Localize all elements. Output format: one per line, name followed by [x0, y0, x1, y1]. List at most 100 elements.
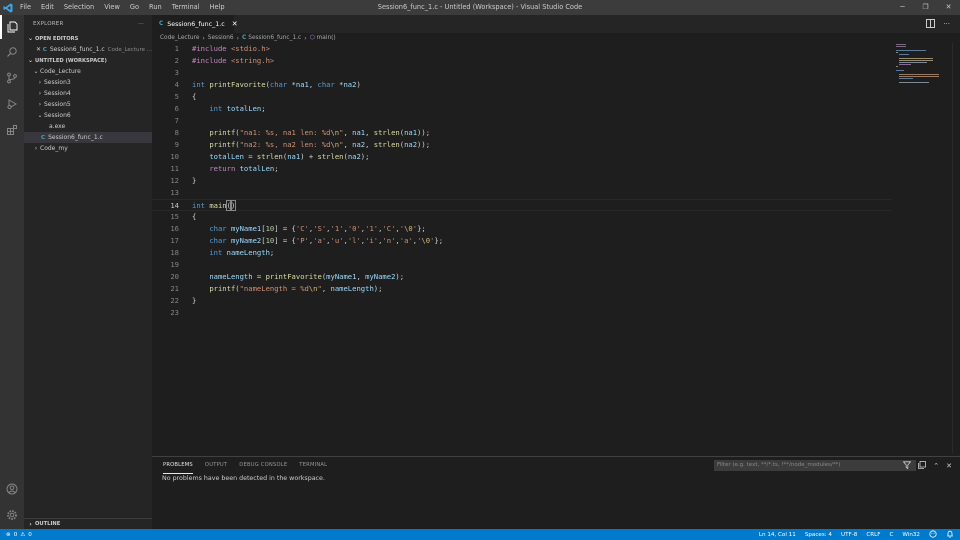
menu-view[interactable]: View [99, 0, 125, 15]
more-actions-icon[interactable]: ··· [138, 21, 144, 27]
restore-button[interactable]: ❐ [914, 0, 937, 15]
code-text: } [192, 296, 197, 305]
run-debug-icon[interactable] [0, 92, 24, 116]
explorer-title: EXPLORER [33, 21, 64, 27]
source-control-icon[interactable] [0, 66, 24, 90]
explorer-icon[interactable] [0, 15, 24, 39]
extensions-icon[interactable] [0, 118, 24, 142]
tab-terminal[interactable]: TERMINAL [299, 457, 327, 474]
menu-edit[interactable]: Edit [36, 0, 59, 15]
cursor-position[interactable]: Ln 14, Col 11 [759, 532, 796, 538]
menu-run[interactable]: Run [144, 0, 167, 15]
code-text: int nameLength; [209, 248, 275, 257]
code-line: 23 [152, 307, 892, 319]
chevron-right-icon: › [34, 145, 38, 152]
tree-file-a-exe[interactable]: a.exe [24, 121, 152, 132]
tab-output[interactable]: OUTPUT [205, 457, 227, 474]
menu-terminal[interactable]: Terminal [167, 0, 205, 15]
folder-label: Code_Lecture [40, 68, 81, 75]
code-line: 18 int nameLength; [152, 247, 892, 259]
code-text: return totalLen; [209, 164, 279, 173]
breadcrumb-separator: › [202, 34, 205, 42]
indentation[interactable]: Spaces: 4 [805, 532, 832, 538]
code-line: 1 #include <stdio.h> [152, 43, 892, 55]
code-line: 6 int totalLen; [152, 103, 892, 115]
tree-folder-session4[interactable]: › Session4 [24, 88, 152, 99]
split-editor-icon[interactable] [926, 18, 936, 30]
breadcrumb-separator: › [304, 34, 307, 42]
c-file-icon: C [42, 46, 47, 53]
filter-icon[interactable] [902, 460, 912, 471]
code-line: 8 printf("na1: %s, na1 len: %d\n", na1, … [152, 127, 892, 139]
breadcrumb-item[interactable]: Session6_func_1.c [248, 35, 301, 41]
code-text: printf("na2: %s, na2 len: %d\n", na2, st… [209, 140, 431, 149]
problems-filter-input[interactable]: Filter (e.g. text, **/*.ts, !**/node_mod… [714, 460, 916, 471]
account-icon[interactable] [0, 477, 24, 501]
line-number: 1 [174, 44, 179, 53]
close-window-button[interactable]: ✕ [937, 0, 960, 15]
line-number: 8 [174, 128, 179, 137]
tree-folder-code-my[interactable]: › Code_my [24, 143, 152, 154]
settings-gear-icon[interactable] [0, 503, 24, 527]
end-of-line[interactable]: CRLF [866, 532, 880, 538]
line-number: 16 [170, 224, 179, 233]
collapse-all-icon[interactable] [918, 460, 927, 471]
tree-folder-session5[interactable]: › Session5 [24, 99, 152, 110]
tab-problems[interactable]: PROBLEMS [163, 457, 193, 474]
line-number: 12 [170, 176, 179, 185]
title-bar: File Edit Selection View Go Run Terminal… [0, 0, 960, 15]
menu-go[interactable]: Go [125, 0, 144, 15]
more-actions-icon[interactable]: ··· [943, 20, 950, 28]
code-editor[interactable]: 1 #include <stdio.h> 2 #include <string.h>… [152, 43, 892, 453]
tree-file-session6-func-1[interactable]: C Session6_func_1.c [24, 132, 152, 143]
code-text: totalLen = strlen(na1) + strlen(na2); [209, 152, 370, 161]
menu-file[interactable]: File [15, 0, 36, 15]
folder-label: Session6 [44, 112, 71, 119]
line-number: 22 [170, 296, 179, 305]
notifications-bell-icon[interactable] [946, 530, 954, 540]
code-line: 15 { [152, 211, 892, 223]
chevron-right-icon: › [38, 79, 42, 86]
minimize-button[interactable]: ─ [891, 0, 914, 15]
minimap[interactable] [892, 43, 952, 453]
folder-label: Session3 [44, 79, 71, 86]
workspace-section[interactable]: ⌄ UNTITLED (WORKSPACE) [24, 55, 152, 66]
line-number: 17 [170, 236, 179, 245]
language-mode[interactable]: C [889, 532, 893, 538]
close-panel-icon[interactable]: ✕ [946, 462, 952, 470]
tab-session6-func-1[interactable]: C Session6_func_1.c ✕ [152, 15, 238, 33]
vertical-scrollbar[interactable] [952, 43, 960, 453]
code-line: 11 return totalLen; [152, 163, 892, 175]
menu-help[interactable]: Help [205, 0, 230, 15]
line-number: 4 [174, 80, 179, 89]
code-text: nameLength = printFavorite(myName1, myNa… [209, 272, 405, 281]
line-number: 15 [170, 212, 179, 221]
close-editor-icon[interactable]: ✕ [36, 46, 43, 53]
open-editor-item[interactable]: ✕ C Session6_func_1.c Code_Lecture ... [24, 44, 152, 55]
problems-status[interactable]: ⊗ 0 ⚠ 0 [0, 532, 32, 538]
outline-label: OUTLINE [35, 521, 61, 527]
feedback-icon[interactable] [929, 529, 937, 540]
search-icon[interactable] [0, 40, 24, 64]
panel-tabs: PROBLEMS OUTPUT DEBUG CONSOLE TERMINAL [152, 457, 339, 474]
line-number: 20 [170, 272, 179, 281]
code-text: { [192, 212, 197, 221]
encoding[interactable]: UTF-8 [841, 532, 857, 538]
tree-folder-session3[interactable]: › Session3 [24, 77, 152, 88]
code-text: int printFavorite(char *na1, char *na2) [192, 80, 361, 89]
platform-config[interactable]: Win32 [902, 532, 920, 538]
code-text: printf("na1: %s, na1 len: %d\n", na1, st… [209, 128, 431, 137]
close-tab-icon[interactable]: ✕ [232, 20, 238, 28]
breadcrumb-item[interactable]: Code_Lecture [160, 35, 199, 41]
tab-debug-console[interactable]: DEBUG CONSOLE [239, 457, 287, 474]
breadcrumb-item[interactable]: main() [317, 35, 336, 41]
tree-folder-session6[interactable]: ⌄ Session6 [24, 110, 152, 121]
code-line: 3 [152, 67, 892, 79]
tree-folder-code-lecture[interactable]: ⌄ Code_Lecture [24, 66, 152, 77]
outline-section[interactable]: › OUTLINE [24, 518, 152, 529]
open-editors-section[interactable]: ⌄ OPEN EDITORS [24, 33, 152, 44]
breadcrumb-item[interactable]: Session6 [208, 35, 234, 41]
menu-selection[interactable]: Selection [59, 0, 99, 15]
line-number: 6 [174, 104, 179, 113]
maximize-panel-icon[interactable]: ⌃ [933, 462, 939, 470]
